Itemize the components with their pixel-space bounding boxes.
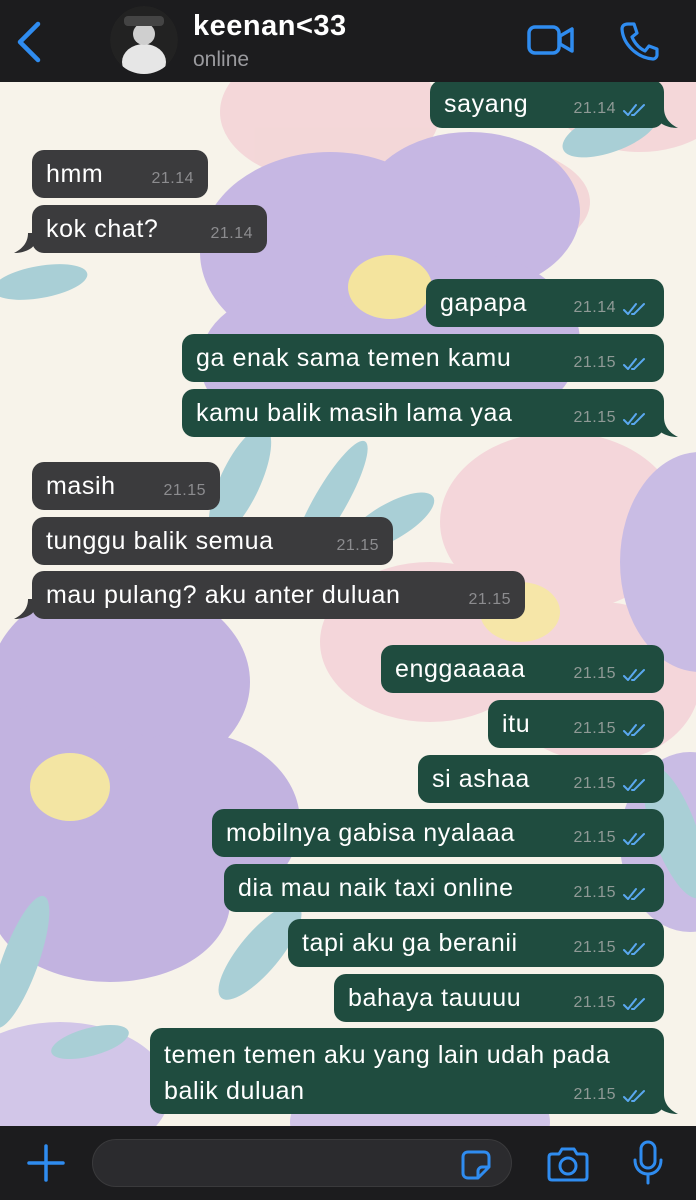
message-bubble-sent[interactable]: dia mau naik taxi online 21.15 [224, 864, 664, 912]
message-text: enggaaaaa [395, 655, 526, 683]
message-text: itu [502, 710, 531, 738]
message-time: 21.15 [573, 665, 616, 682]
read-ticks-icon [623, 303, 645, 315]
microphone-button[interactable] [632, 1140, 664, 1186]
camera-icon [547, 1147, 589, 1182]
message-bubble-sent[interactable]: kamu balik masih lama yaa 21.15 [182, 389, 664, 437]
message-text: ga enak sama temen kamu [196, 344, 512, 372]
message-text: bahaya tauuuu [348, 984, 522, 1012]
message-time: 21.15 [573, 884, 616, 901]
message-text: dia mau naik taxi online [238, 874, 514, 902]
message-bubble-sent[interactable]: sayang 21.14 [430, 80, 664, 128]
message-time: 21.15 [573, 354, 616, 371]
video-camera-icon [527, 25, 574, 55]
chevron-left-icon [17, 21, 41, 63]
read-ticks-icon [623, 104, 645, 116]
sticker-button[interactable] [460, 1149, 492, 1181]
read-ticks-icon [623, 413, 645, 425]
message-bubble-sent[interactable]: bahaya tauuuu 21.15 [334, 974, 664, 1022]
camera-button[interactable] [546, 1144, 590, 1184]
plus-icon [27, 1144, 65, 1182]
message-text: gapapa [440, 289, 528, 317]
contact-name[interactable]: keenan<33 [193, 10, 347, 43]
sticker-icon [461, 1150, 491, 1180]
message-bubble-sent[interactable]: enggaaaaa 21.15 [381, 645, 664, 693]
message-list[interactable]: sayang 21.14 hmm 21.14 kok chat? 21.14 g… [0, 0, 696, 1126]
contact-status: online [193, 48, 250, 71]
message-bubble-sent[interactable]: mobilnya gabisa nyalaaa 21.15 [212, 809, 664, 857]
message-text: sayang [444, 90, 529, 118]
bubble-tail [658, 108, 678, 128]
message-bubble-received[interactable]: kok chat? 21.14 [32, 205, 267, 253]
video-call-button[interactable] [526, 22, 576, 58]
message-bubble-received[interactable]: tunggu balik semua 21.15 [32, 517, 393, 565]
message-text: temen temen aku yang lain udah pada bali… [164, 1037, 610, 1109]
message-text: masih [46, 472, 116, 500]
read-ticks-icon [623, 358, 645, 370]
read-ticks-icon [623, 888, 645, 900]
bubble-tail [658, 1094, 678, 1114]
message-bubble-sent[interactable]: ga enak sama temen kamu 21.15 [182, 334, 664, 382]
bubble-tail [14, 233, 34, 253]
read-ticks-icon [623, 943, 645, 955]
message-time: 21.15 [573, 1086, 616, 1103]
message-time: 21.15 [468, 591, 511, 608]
message-text: kamu balik masih lama yaa [196, 399, 513, 427]
chat-header: keenan<33 online [0, 0, 696, 82]
read-ticks-icon [623, 669, 645, 681]
message-time: 21.15 [573, 409, 616, 426]
message-time: 21.15 [163, 482, 206, 499]
read-ticks-icon [623, 724, 645, 736]
message-bubble-sent[interactable]: itu 21.15 [488, 700, 664, 748]
message-text: si ashaa [432, 765, 530, 793]
message-time: 21.14 [151, 170, 194, 187]
message-bubble-sent[interactable]: temen temen aku yang lain udah pada bali… [150, 1028, 664, 1114]
message-time: 21.15 [573, 939, 616, 956]
voice-call-button[interactable] [618, 20, 660, 62]
message-composer [0, 1126, 696, 1200]
message-time: 21.15 [336, 537, 379, 554]
microphone-icon [633, 1140, 663, 1185]
message-text: mobilnya gabisa nyalaaa [226, 819, 515, 847]
bubble-tail [14, 599, 34, 619]
message-text: hmm [46, 160, 104, 188]
read-ticks-icon [623, 1090, 645, 1102]
back-button[interactable] [10, 20, 50, 64]
bubble-tail [658, 417, 678, 437]
attach-button[interactable] [26, 1143, 66, 1183]
message-text: tapi aku ga beranii [302, 929, 518, 957]
message-text: mau pulang? aku anter duluan [46, 581, 401, 609]
read-ticks-icon [623, 998, 645, 1010]
message-bubble-received[interactable]: masih 21.15 [32, 462, 220, 510]
message-bubble-received[interactable]: hmm 21.14 [32, 150, 208, 198]
message-time: 21.15 [573, 994, 616, 1011]
message-time: 21.15 [573, 775, 616, 792]
message-input[interactable] [92, 1139, 512, 1187]
message-time: 21.15 [573, 829, 616, 846]
message-time: 21.15 [573, 720, 616, 737]
message-bubble-sent[interactable]: gapapa 21.14 [426, 279, 664, 327]
read-ticks-icon [623, 833, 645, 845]
message-time: 21.14 [573, 100, 616, 117]
message-bubble-sent[interactable]: tapi aku ga beranii 21.15 [288, 919, 664, 967]
avatar[interactable] [110, 6, 178, 74]
message-time: 21.14 [573, 299, 616, 316]
message-bubble-received[interactable]: mau pulang? aku anter duluan 21.15 [32, 571, 525, 619]
message-text: kok chat? [46, 215, 159, 243]
message-text-line: balik duluan [164, 1077, 305, 1105]
profile-photo [110, 6, 178, 74]
read-ticks-icon [623, 779, 645, 791]
message-text-line: temen temen aku yang lain udah pada [164, 1041, 611, 1069]
message-text: tunggu balik semua [46, 527, 274, 555]
phone-icon [620, 22, 659, 61]
message-bubble-sent[interactable]: si ashaa 21.15 [418, 755, 664, 803]
message-time: 21.14 [210, 225, 253, 242]
